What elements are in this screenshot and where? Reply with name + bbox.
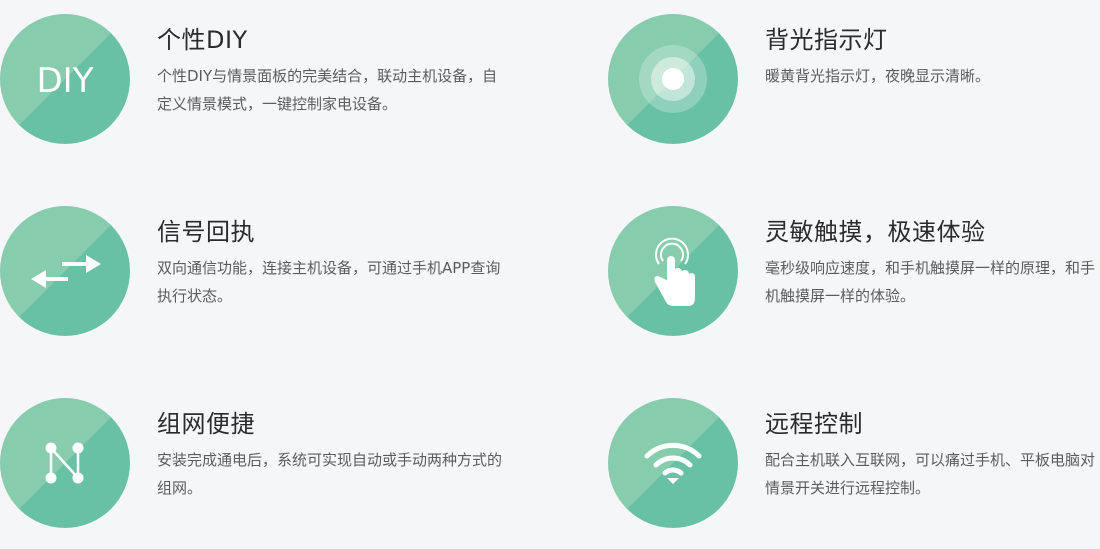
feature-backlight: 背光指示灯 暖黄背光指示灯，夜晚显示清晰。 <box>608 14 1100 154</box>
diy-icon: DIY <box>37 61 94 101</box>
feature-description: 配合主机联入互联网，可以痛过手机、平板电脑对情景开关进行远程控制。 <box>765 451 1096 497</box>
feature-diy: DIY 个性DIY 个性DIY与情景面板的完美结合，联动主机设备，自定义情景模式… <box>0 14 500 154</box>
feature-description: 暖黄背光指示灯，夜晚显示清晰。 <box>765 67 991 85</box>
two-way-arrows-icon-circle <box>0 206 130 336</box>
feature-signal-receipt: 信号回执 双向通信功能，连接主机设备，可通过手机APP查询执行状态。 <box>0 206 500 346</box>
feature-networking: 组网便捷 安装完成通电后，系统可实现自动或手动两种方式的组网。 <box>0 398 503 538</box>
feature-title: 信号回执 <box>157 218 255 246</box>
wifi-icon-circle <box>608 398 738 528</box>
network-nodes-icon <box>45 442 84 484</box>
network-nodes-icon-circle <box>0 398 130 528</box>
feature-title: 灵敏触摸，极速体验 <box>765 218 986 246</box>
svg-text:DIY: DIY <box>37 61 94 101</box>
feature-title: 组网便捷 <box>157 410 255 438</box>
feature-description: 毫秒级响应速度，和手机触摸屏一样的原理，和手机触摸屏一样的体验。 <box>765 259 1096 305</box>
feature-touch: 灵敏触摸，极速体验 毫秒级响应速度，和手机触摸屏一样的原理，和手机触摸屏一样的体… <box>608 206 1100 346</box>
feature-description: 安装完成通电后，系统可实现自动或手动两种方式的组网。 <box>157 451 503 497</box>
feature-description: 个性DIY与情景面板的完美结合，联动主机设备，自定义情景模式，一键控制家电设备。 <box>157 67 498 113</box>
two-way-arrows-icon <box>31 255 101 288</box>
wifi-icon <box>644 442 702 484</box>
feature-title: 背光指示灯 <box>765 26 888 54</box>
feature-remote-control: 远程控制 配合主机联入互联网，可以痛过手机、平板电脑对情景开关进行远程控制。 <box>608 398 1100 538</box>
touch-hand-icon-circle <box>608 206 738 336</box>
feature-title: 远程控制 <box>765 410 863 438</box>
diy-icon-circle: DIY <box>0 14 130 144</box>
touch-hand-icon <box>654 237 695 306</box>
feature-title: 个性DIY <box>157 26 248 54</box>
backlight-icon <box>639 45 707 113</box>
backlight-icon-circle <box>608 14 738 144</box>
feature-description: 双向通信功能，连接主机设备，可通过手机APP查询执行状态。 <box>157 259 501 305</box>
